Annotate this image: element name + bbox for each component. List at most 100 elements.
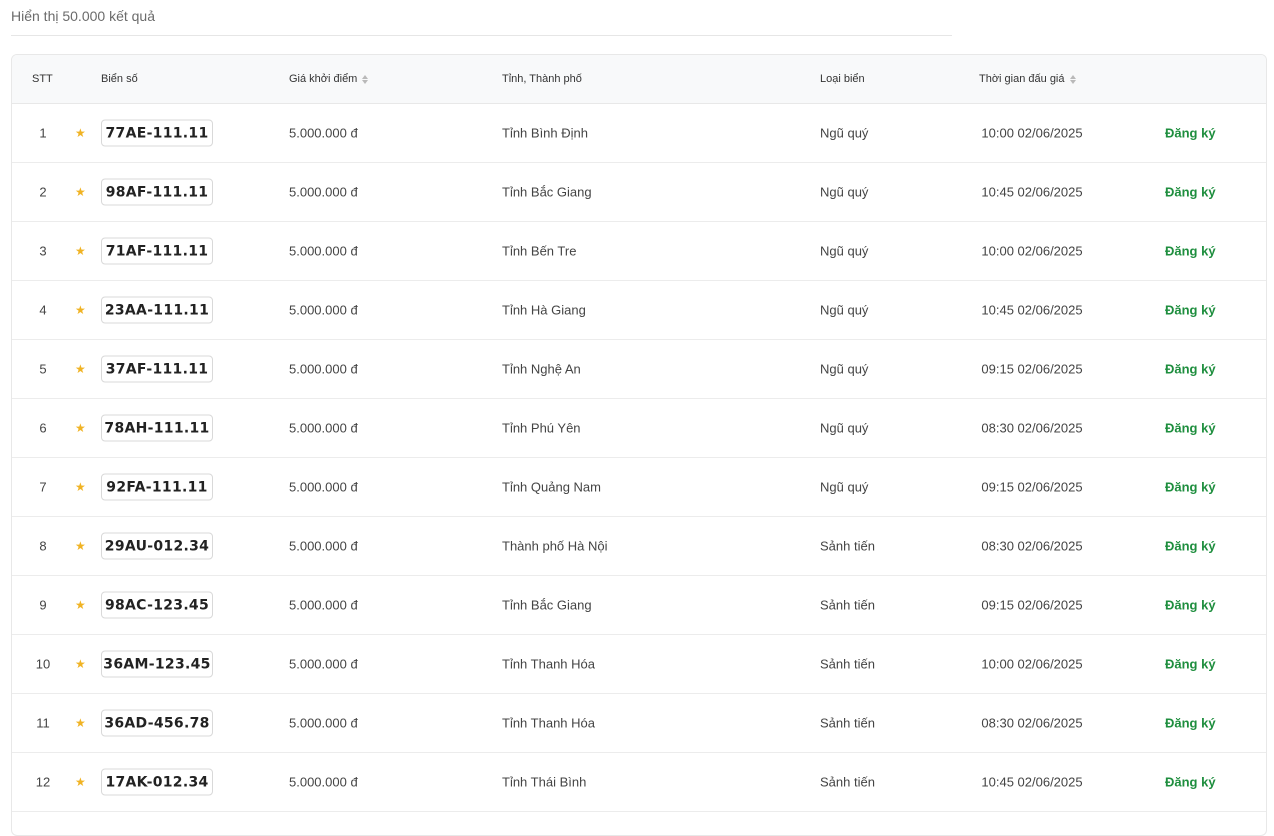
table-body: 1 ★ 77AE-111.11 5.000.000 đ Tỉnh Bình Đị… bbox=[12, 104, 1266, 812]
starting-price: 5.000.000 đ bbox=[289, 715, 358, 731]
table-row: 8 ★ 29AU-012.34 5.000.000 đ Thành phố Hà… bbox=[12, 517, 1266, 576]
plate-number[interactable]: 23AA-111.11 bbox=[101, 296, 213, 324]
plate-type: Ngũ quý bbox=[820, 420, 869, 436]
starting-price: 5.000.000 đ bbox=[289, 774, 358, 790]
register-link[interactable]: Đăng ký bbox=[1165, 362, 1216, 377]
register-link[interactable]: Đăng ký bbox=[1165, 657, 1216, 672]
table-row: 6 ★ 78AH-111.11 5.000.000 đ Tỉnh Phú Yên… bbox=[12, 399, 1266, 458]
starting-price: 5.000.000 đ bbox=[289, 243, 358, 259]
header-stt: STT bbox=[32, 73, 53, 85]
header-time-sort[interactable]: Thời gian đấu giá bbox=[979, 73, 1076, 85]
auction-time: 09:15 02/06/2025 bbox=[981, 479, 1083, 495]
plate-number[interactable]: 36AD-456.78 bbox=[101, 709, 213, 737]
auction-time: 09:15 02/06/2025 bbox=[981, 361, 1083, 377]
starting-price: 5.000.000 đ bbox=[289, 597, 358, 613]
register-link[interactable]: Đăng ký bbox=[1165, 598, 1216, 613]
register-link[interactable]: Đăng ký bbox=[1165, 539, 1216, 554]
star-icon[interactable]: ★ bbox=[75, 716, 86, 730]
starting-price: 5.000.000 đ bbox=[289, 656, 358, 672]
row-number: 7 bbox=[39, 479, 47, 495]
register-link[interactable]: Đăng ký bbox=[1165, 303, 1216, 318]
row-number: 10 bbox=[35, 656, 51, 672]
register-link[interactable]: Đăng ký bbox=[1165, 244, 1216, 259]
header-time-label: Thời gian đấu giá bbox=[979, 73, 1065, 85]
star-icon[interactable]: ★ bbox=[75, 126, 86, 140]
register-link[interactable]: Đăng ký bbox=[1165, 775, 1216, 790]
header-type: Loại biển bbox=[820, 73, 865, 85]
row-number: 1 bbox=[39, 125, 47, 141]
province: Tỉnh Hà Giang bbox=[502, 302, 586, 318]
register-link[interactable]: Đăng ký bbox=[1165, 126, 1216, 141]
star-icon[interactable]: ★ bbox=[75, 657, 86, 671]
auction-time: 10:45 02/06/2025 bbox=[981, 302, 1083, 318]
plate-type: Sảnh tiến bbox=[820, 656, 875, 672]
star-icon[interactable]: ★ bbox=[75, 480, 86, 494]
star-icon[interactable]: ★ bbox=[75, 185, 86, 199]
plate-number[interactable]: 77AE-111.11 bbox=[101, 119, 213, 147]
starting-price: 5.000.000 đ bbox=[289, 125, 358, 141]
plate-number[interactable]: 92FA-111.11 bbox=[101, 473, 213, 501]
table-row: 10 ★ 36AM-123.45 5.000.000 đ Tỉnh Thanh … bbox=[12, 635, 1266, 694]
header-type-label: Loại biển bbox=[820, 73, 865, 85]
province: Thành phố Hà Nội bbox=[502, 538, 608, 554]
auction-time: 10:00 02/06/2025 bbox=[981, 656, 1083, 672]
plate-number[interactable]: 71AF-111.11 bbox=[101, 237, 213, 265]
divider bbox=[11, 35, 952, 36]
header-province-label: Tỉnh, Thành phố bbox=[502, 73, 582, 85]
register-link[interactable]: Đăng ký bbox=[1165, 480, 1216, 495]
row-number: 11 bbox=[36, 715, 50, 731]
auction-time: 10:45 02/06/2025 bbox=[981, 774, 1083, 790]
table-row: 3 ★ 71AF-111.11 5.000.000 đ Tỉnh Bến Tre… bbox=[12, 222, 1266, 281]
row-number: 4 bbox=[39, 302, 47, 318]
table-row: 5 ★ 37AF-111.11 5.000.000 đ Tỉnh Nghệ An… bbox=[12, 340, 1266, 399]
province: Tỉnh Nghệ An bbox=[502, 361, 581, 377]
row-number: 12 bbox=[35, 774, 51, 790]
starting-price: 5.000.000 đ bbox=[289, 184, 358, 200]
province: Tỉnh Bắc Giang bbox=[502, 597, 592, 613]
table-row: 2 ★ 98AF-111.11 5.000.000 đ Tỉnh Bắc Gia… bbox=[12, 163, 1266, 222]
table-row: 7 ★ 92FA-111.11 5.000.000 đ Tỉnh Quảng N… bbox=[12, 458, 1266, 517]
province: Tỉnh Quảng Nam bbox=[502, 479, 601, 495]
star-icon[interactable]: ★ bbox=[75, 539, 86, 553]
star-icon[interactable]: ★ bbox=[75, 362, 86, 376]
header-price-sort[interactable]: Giá khởi điểm bbox=[289, 73, 369, 85]
province: Tỉnh Phú Yên bbox=[502, 420, 581, 436]
row-number: 2 bbox=[39, 184, 47, 200]
plate-number[interactable]: 37AF-111.11 bbox=[101, 355, 213, 383]
register-link[interactable]: Đăng ký bbox=[1165, 716, 1216, 731]
register-link[interactable]: Đăng ký bbox=[1165, 185, 1216, 200]
auction-time: 08:30 02/06/2025 bbox=[981, 420, 1083, 436]
row-number: 3 bbox=[39, 243, 47, 259]
auction-time: 08:30 02/06/2025 bbox=[981, 538, 1083, 554]
plate-number[interactable]: 98AC-123.45 bbox=[101, 591, 213, 619]
plate-type: Ngũ quý bbox=[820, 125, 869, 141]
star-icon[interactable]: ★ bbox=[75, 598, 86, 612]
star-icon[interactable]: ★ bbox=[75, 303, 86, 317]
plate-number[interactable]: 17AK-012.34 bbox=[101, 768, 213, 796]
plate-type: Ngũ quý bbox=[820, 302, 869, 318]
province: Tỉnh Bến Tre bbox=[502, 243, 577, 259]
province: Tỉnh Thanh Hóa bbox=[502, 656, 595, 672]
row-number: 9 bbox=[39, 597, 47, 613]
table-row: 11 ★ 36AD-456.78 5.000.000 đ Tỉnh Thanh … bbox=[12, 694, 1266, 753]
row-number: 5 bbox=[39, 361, 47, 377]
plate-number[interactable]: 78AH-111.11 bbox=[101, 414, 213, 442]
starting-price: 5.000.000 đ bbox=[289, 538, 358, 554]
star-icon[interactable]: ★ bbox=[75, 421, 86, 435]
table-row: 12 ★ 17AK-012.34 5.000.000 đ Tỉnh Thái B… bbox=[12, 753, 1266, 812]
result-count: Hiển thị 50.000 kết quả bbox=[11, 8, 155, 24]
header-plate: Biển số bbox=[101, 73, 138, 85]
star-icon[interactable]: ★ bbox=[75, 775, 86, 789]
register-link[interactable]: Đăng ký bbox=[1165, 421, 1216, 436]
starting-price: 5.000.000 đ bbox=[289, 302, 358, 318]
header-province: Tỉnh, Thành phố bbox=[502, 73, 582, 85]
auction-time: 10:45 02/06/2025 bbox=[981, 184, 1083, 200]
auction-time: 10:00 02/06/2025 bbox=[981, 125, 1083, 141]
plate-number[interactable]: 29AU-012.34 bbox=[101, 532, 213, 560]
plate-type: Sảnh tiến bbox=[820, 715, 875, 731]
plate-number[interactable]: 98AF-111.11 bbox=[101, 178, 213, 206]
plate-type: Sảnh tiến bbox=[820, 597, 875, 613]
row-number: 8 bbox=[39, 538, 47, 554]
plate-number[interactable]: 36AM-123.45 bbox=[101, 650, 213, 678]
star-icon[interactable]: ★ bbox=[75, 244, 86, 258]
